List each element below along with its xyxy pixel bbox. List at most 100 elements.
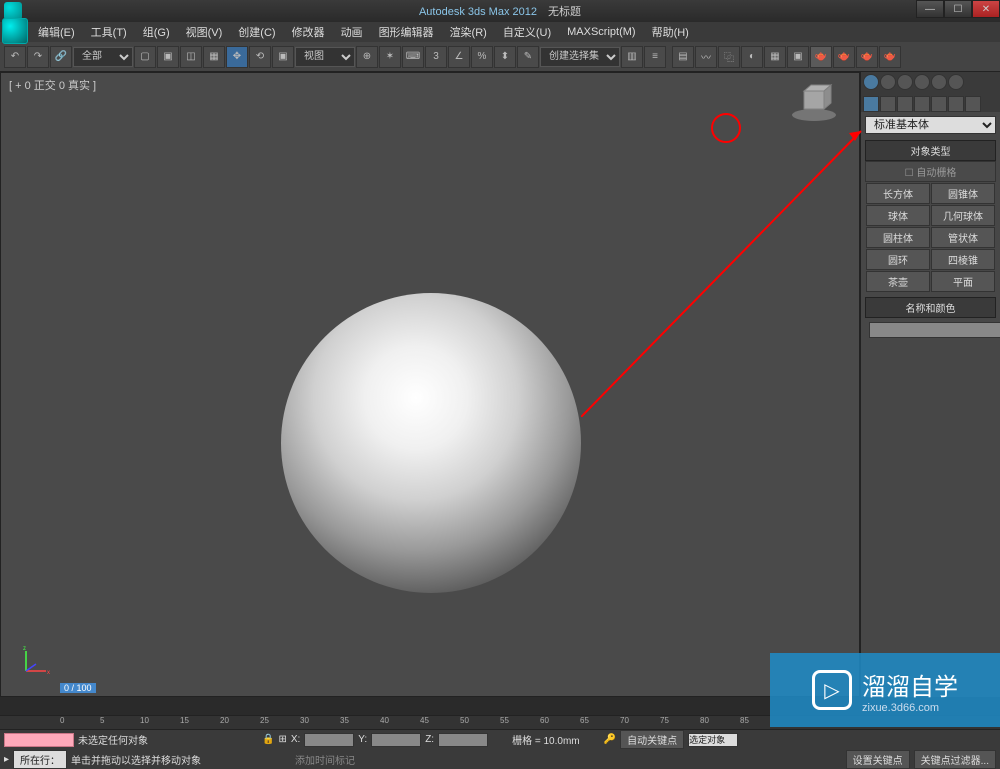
cylinder-button[interactable]: 圆柱体 xyxy=(866,227,930,248)
autogrid-checkbox[interactable]: ☐ 自动栅格 xyxy=(865,161,996,182)
redo-icon[interactable]: ↷ xyxy=(27,46,49,68)
render-activeshade-icon[interactable]: 🫖 xyxy=(856,46,878,68)
menu-graph-editors[interactable]: 图形编辑器 xyxy=(371,22,442,42)
primitive-category-dropdown[interactable]: 标准基本体 xyxy=(865,116,996,134)
z-input[interactable] xyxy=(438,733,488,747)
add-time-tag[interactable]: 添加时间标记 xyxy=(295,752,355,767)
create-tab-icon[interactable] xyxy=(863,74,879,90)
cone-button[interactable]: 圆锥体 xyxy=(931,183,995,204)
filter-dropdown[interactable]: 全部 xyxy=(73,47,133,67)
shapes-subtab-icon[interactable] xyxy=(880,96,896,112)
viewport-label[interactable]: [ + 0 正交 0 真实 ] xyxy=(9,77,96,93)
helpers-subtab-icon[interactable] xyxy=(931,96,947,112)
close-button[interactable]: ✕ xyxy=(972,0,1000,18)
utilities-tab-icon[interactable] xyxy=(948,74,964,90)
scale-icon[interactable]: ▣ xyxy=(272,46,294,68)
time-marker[interactable]: 0 / 100 xyxy=(60,683,96,693)
render-preset-icon[interactable]: 🫖 xyxy=(879,46,901,68)
command-panel-tabs xyxy=(861,72,1000,94)
motion-tab-icon[interactable] xyxy=(914,74,930,90)
menu-edit[interactable]: 编辑(E) xyxy=(30,22,83,42)
render-setup-icon[interactable]: ▦ xyxy=(764,46,786,68)
keyfilter-button[interactable]: 关键点过滤器... xyxy=(914,750,996,769)
pivot-icon[interactable]: ⊕ xyxy=(356,46,378,68)
teapot-button[interactable]: 茶壶 xyxy=(866,271,930,292)
select-region-icon[interactable]: ◫ xyxy=(180,46,202,68)
viewport[interactable]: [ + 0 正交 0 真实 ] z x xyxy=(0,72,860,697)
select-icon[interactable]: ▢ xyxy=(134,46,156,68)
menu-view[interactable]: 视图(V) xyxy=(178,22,231,42)
viewcube-icon[interactable] xyxy=(789,83,839,123)
select-name-icon[interactable]: ▣ xyxy=(157,46,179,68)
cameras-subtab-icon[interactable] xyxy=(914,96,930,112)
manipulate-icon[interactable]: ✶ xyxy=(379,46,401,68)
hierarchy-tab-icon[interactable] xyxy=(897,74,913,90)
schematic-view-icon[interactable]: ⿻ xyxy=(718,46,740,68)
material-editor-icon[interactable]: ◐ xyxy=(741,46,763,68)
menu-maxscript[interactable]: MAXScript(M) xyxy=(559,24,643,40)
render-frame-icon[interactable]: ▣ xyxy=(787,46,809,68)
layer-manager-icon[interactable]: ▤ xyxy=(672,46,694,68)
render-iterative-icon[interactable]: 🫖 xyxy=(833,46,855,68)
setkey-button[interactable]: 设置关键点 xyxy=(846,750,910,769)
curve-editor-icon[interactable]: 〰 xyxy=(695,46,717,68)
undo-icon[interactable]: ↶ xyxy=(4,46,26,68)
systems-subtab-icon[interactable] xyxy=(965,96,981,112)
pyramid-button[interactable]: 四棱锥 xyxy=(931,249,995,270)
y-input[interactable] xyxy=(371,733,421,747)
align-icon[interactable]: ≡ xyxy=(644,46,666,68)
edit-named-sel-icon[interactable]: ✎ xyxy=(517,46,539,68)
keyboard-shortcut-icon[interactable]: ⌨ xyxy=(402,46,424,68)
link-icon[interactable]: 🔗 xyxy=(50,46,72,68)
angle-snap-icon[interactable]: ∠ xyxy=(448,46,470,68)
modify-tab-icon[interactable] xyxy=(880,74,896,90)
app-menu-icon[interactable] xyxy=(2,18,28,44)
selected-obj-input[interactable] xyxy=(688,733,738,747)
sphere-button[interactable]: 球体 xyxy=(866,205,930,226)
spacewarps-subtab-icon[interactable] xyxy=(948,96,964,112)
menu-modifiers[interactable]: 修改器 xyxy=(284,22,333,42)
tube-button[interactable]: 管状体 xyxy=(931,227,995,248)
torus-button[interactable]: 圆环 xyxy=(866,249,930,270)
primitive-buttons: 长方体 圆锥体 球体 几何球体 圆柱体 管状体 圆环 四棱锥 茶壶 平面 xyxy=(865,182,996,293)
ref-coord-dropdown[interactable]: 视图 xyxy=(295,47,355,67)
render-production-icon[interactable]: 🫖 xyxy=(810,46,832,68)
svg-text:z: z xyxy=(23,646,26,652)
selection-lock-icon[interactable] xyxy=(4,733,74,747)
menu-animation[interactable]: 动画 xyxy=(333,22,371,42)
mirror-icon[interactable]: ▥ xyxy=(621,46,643,68)
window-crossing-icon[interactable]: ▦ xyxy=(203,46,225,68)
autokey-button[interactable]: 自动关键点 xyxy=(620,730,684,749)
object-name-input[interactable] xyxy=(869,322,1000,338)
key-icon[interactable]: 🔑 xyxy=(604,734,616,745)
menu-group[interactable]: 组(G) xyxy=(135,22,178,42)
lights-subtab-icon[interactable] xyxy=(897,96,913,112)
annotation-circle xyxy=(711,113,741,143)
spinner-snap-icon[interactable]: ⬍ xyxy=(494,46,516,68)
maximize-button[interactable]: ☐ xyxy=(944,0,972,18)
minimize-button[interactable]: — xyxy=(916,0,944,18)
snap-toggle-icon[interactable]: 3 xyxy=(425,46,447,68)
geosphere-button[interactable]: 几何球体 xyxy=(931,205,995,226)
named-selection-dropdown[interactable]: 创建选择集 xyxy=(540,47,620,67)
display-tab-icon[interactable] xyxy=(931,74,947,90)
menu-render[interactable]: 渲染(R) xyxy=(442,22,495,42)
lock-icon[interactable]: 🔒 xyxy=(262,734,274,745)
coord-display-icon[interactable]: ⊞ xyxy=(278,734,286,745)
box-button[interactable]: 长方体 xyxy=(866,183,930,204)
percent-snap-icon[interactable]: % xyxy=(471,46,493,68)
name-color-header[interactable]: 名称和颜色 xyxy=(865,297,996,318)
menu-help[interactable]: 帮助(H) xyxy=(644,22,697,42)
object-type-header[interactable]: 对象类型 xyxy=(865,140,996,161)
x-input[interactable] xyxy=(304,733,354,747)
menu-tools[interactable]: 工具(T) xyxy=(83,22,135,42)
sphere-object[interactable] xyxy=(281,293,581,593)
window-controls: — ☐ ✕ xyxy=(916,0,1000,18)
plane-button[interactable]: 平面 xyxy=(931,271,995,292)
geometry-subtab-icon[interactable] xyxy=(863,96,879,112)
menu-create[interactable]: 创建(C) xyxy=(230,22,283,42)
menu-customize[interactable]: 自定义(U) xyxy=(495,22,559,42)
rotate-icon[interactable]: ⟲ xyxy=(249,46,271,68)
grid-status: 栅格 = 10.0mm xyxy=(512,732,580,747)
move-icon[interactable]: ✥ xyxy=(226,46,248,68)
